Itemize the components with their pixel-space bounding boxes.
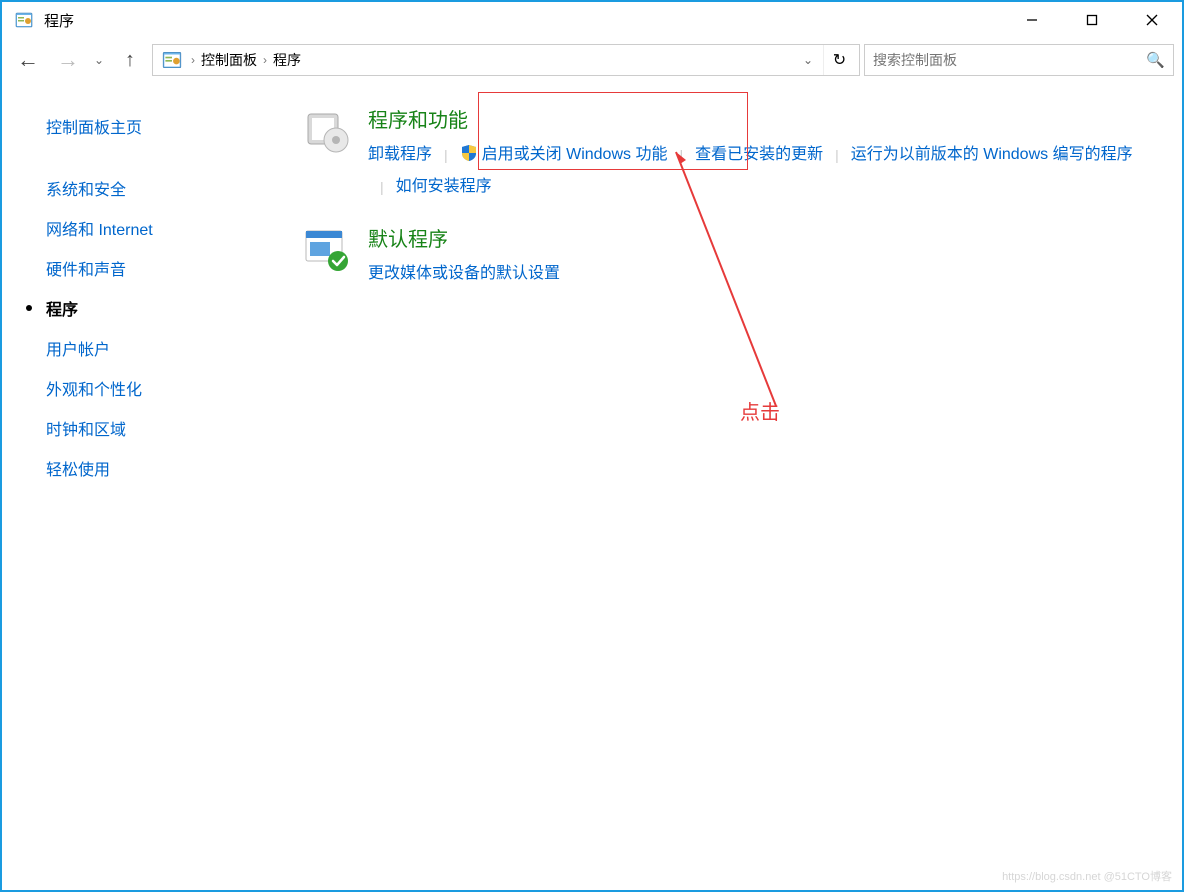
breadcrumb-control-panel[interactable]: 控制面板 [197, 50, 261, 70]
link-media-defaults[interactable]: 更改媒体或设备的默认设置 [368, 258, 560, 290]
programs-features-icon [302, 106, 350, 154]
control-panel-icon [161, 49, 183, 71]
watermark: https://blog.csdn.net @51CTO博客 [1002, 868, 1172, 884]
search-input[interactable] [873, 52, 1146, 68]
minimize-icon [1026, 14, 1038, 26]
control-panel-icon [14, 10, 34, 30]
sidebar-item-ease-of-access[interactable]: 轻松使用 [46, 448, 268, 488]
maximize-icon [1086, 14, 1098, 26]
breadcrumb-programs[interactable]: 程序 [269, 50, 305, 70]
minimize-button[interactable] [1002, 2, 1062, 38]
separator: | [432, 139, 460, 171]
address-dropdown[interactable]: ⌄ [795, 53, 821, 67]
separator: | [667, 139, 695, 171]
close-button[interactable] [1122, 2, 1182, 38]
chevron-right-icon[interactable]: › [261, 53, 269, 67]
category-programs-features: 程序和功能 卸载程序 | 启用或关闭 Windows 功能 | [302, 104, 1160, 203]
separator: | [368, 171, 396, 203]
link-uninstall[interactable]: 卸载程序 [368, 139, 432, 171]
sidebar-item-appearance[interactable]: 外观和个性化 [46, 368, 268, 408]
category-title-programs[interactable]: 程序和功能 [368, 104, 1160, 133]
content-area: 控制面板主页 系统和安全 网络和 Internet 硬件和声音 程序 用户帐户 … [2, 86, 1182, 890]
sidebar: 控制面板主页 系统和安全 网络和 Internet 硬件和声音 程序 用户帐户 … [2, 86, 292, 890]
search-bar[interactable]: 🔍 [864, 44, 1174, 76]
sidebar-item-hardware[interactable]: 硬件和声音 [46, 248, 268, 288]
maximize-button[interactable] [1062, 2, 1122, 38]
titlebar: 程序 [2, 2, 1182, 38]
address-bar[interactable]: › 控制面板 › 程序 ⌄ ↻ [152, 44, 860, 76]
annotation-label: 点击 [740, 396, 780, 425]
link-compatibility[interactable]: 运行为以前版本的 Windows 编写的程序 [851, 139, 1133, 171]
link-windows-features-label: 启用或关闭 Windows 功能 [482, 146, 668, 163]
sidebar-home-link[interactable]: 控制面板主页 [46, 114, 268, 138]
sidebar-item-programs[interactable]: 程序 [46, 288, 268, 328]
category-title-defaults[interactable]: 默认程序 [368, 223, 1160, 252]
window-controls [1002, 2, 1182, 38]
chevron-right-icon[interactable]: › [189, 53, 197, 67]
forward-button[interactable]: → [50, 42, 86, 78]
sidebar-item-clock-region[interactable]: 时钟和区域 [46, 408, 268, 448]
up-button[interactable]: ↑ [112, 42, 148, 78]
back-button[interactable]: ← [10, 42, 46, 78]
sidebar-item-system-security[interactable]: 系统和安全 [46, 168, 268, 208]
main-pane: 程序和功能 卸载程序 | 启用或关闭 Windows 功能 | [292, 86, 1182, 890]
link-how-to-install[interactable]: 如何安装程序 [396, 171, 492, 203]
sidebar-item-network[interactable]: 网络和 Internet [46, 208, 268, 248]
search-icon[interactable]: 🔍 [1146, 51, 1165, 69]
link-view-updates[interactable]: 查看已安装的更新 [695, 139, 823, 171]
link-windows-features[interactable]: 启用或关闭 Windows 功能 [460, 139, 668, 171]
navbar: ← → ⌄ ↑ › 控制面板 › 程序 ⌄ ↻ 🔍 [2, 38, 1182, 82]
refresh-button[interactable]: ↻ [823, 45, 855, 75]
close-icon [1146, 14, 1158, 26]
recent-dropdown[interactable]: ⌄ [90, 53, 108, 67]
separator: | [823, 139, 851, 171]
default-programs-icon [302, 225, 350, 273]
category-default-programs: 默认程序 更改媒体或设备的默认设置 [302, 223, 1160, 290]
window-title: 程序 [44, 10, 74, 31]
shield-icon [460, 144, 478, 162]
sidebar-item-users[interactable]: 用户帐户 [46, 328, 268, 368]
